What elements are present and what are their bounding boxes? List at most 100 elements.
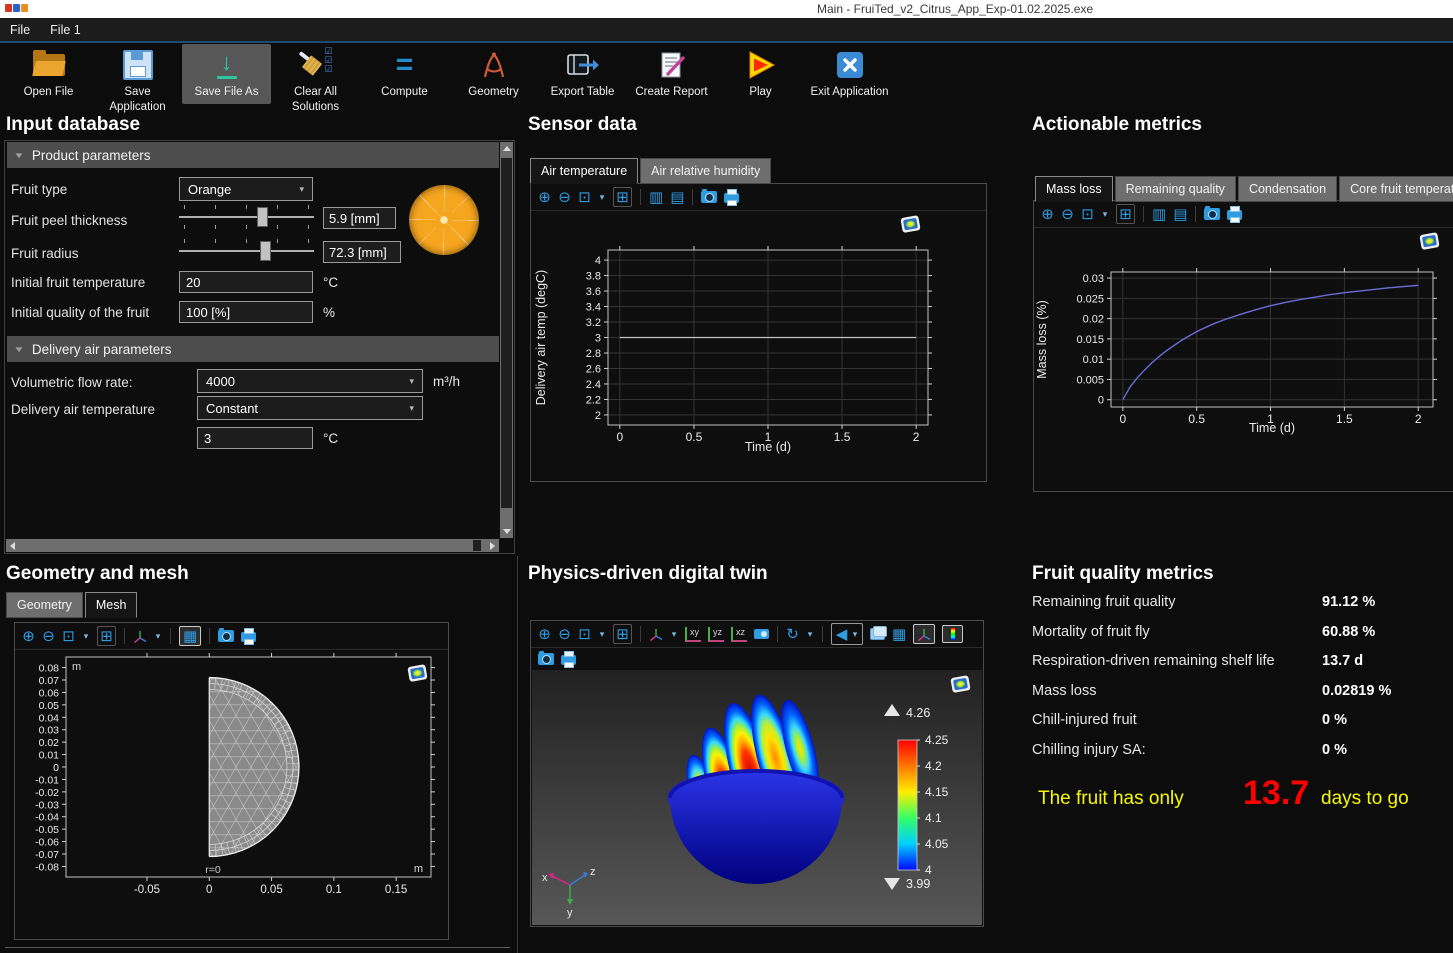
show-grid-icon[interactable]: ▦	[179, 626, 201, 646]
zoom-in-icon[interactable]: ⊕	[1041, 205, 1054, 223]
initial-fruit-temperature-input[interactable]: 20	[179, 271, 313, 293]
menu-file-1[interactable]: File 1	[40, 23, 91, 37]
zoom-in-icon[interactable]: ⊕	[538, 188, 551, 206]
zoom-box-icon[interactable]: ⊡	[578, 625, 591, 643]
exit-application-button[interactable]: Exit Application	[805, 44, 894, 104]
view-orientation-icon[interactable]	[649, 625, 663, 643]
dropdown-caret-icon[interactable]: ▾	[598, 188, 606, 206]
fruit-radius-slider[interactable]	[179, 237, 314, 265]
fruit-peel-thickness-value[interactable]: 5.9 [mm]	[323, 207, 396, 229]
print-icon[interactable]	[241, 632, 256, 642]
vertical-scrollbar[interactable]	[500, 142, 513, 538]
scroll-up-arrow[interactable]	[500, 142, 513, 155]
fruit-radius-value[interactable]: 72.3 [mm]	[323, 241, 401, 263]
volumetric-flow-rate-dropdown[interactable]: 4000	[197, 369, 423, 393]
fruit-type-dropdown[interactable]: Orange	[179, 177, 313, 201]
tab-remaining-quality[interactable]: Remaining quality	[1115, 176, 1236, 202]
zoom-extents-icon[interactable]: ⊞	[613, 624, 632, 644]
open-file-button[interactable]: Open File	[4, 44, 93, 104]
print-icon[interactable]	[561, 655, 576, 665]
zoom-out-icon[interactable]: ⊖	[1061, 205, 1074, 223]
dropdown-caret-icon[interactable]: ▾	[1101, 205, 1109, 223]
dropdown-caret-icon[interactable]: ▾	[806, 625, 814, 643]
tab-condensation[interactable]: Condensation	[1238, 176, 1337, 202]
y-log-scale-icon[interactable]: ▥	[649, 188, 663, 206]
tab-mass-loss[interactable]: Mass loss	[1035, 176, 1113, 202]
comsol-logo-button[interactable]	[1419, 231, 1442, 252]
dropdown-caret-icon[interactable]: ▾	[82, 627, 90, 645]
save-application-button[interactable]: Save Application	[93, 44, 182, 119]
save-file-as-button[interactable]: Save File As	[182, 44, 271, 104]
tab-air-relative-humidity[interactable]: Air relative humidity	[640, 158, 771, 184]
zoom-extents-icon[interactable]: ⊞	[613, 187, 632, 207]
zoom-box-icon[interactable]: ⊡	[62, 627, 75, 645]
initial-quality-input[interactable]: 100 [%]	[179, 301, 313, 323]
compute-button[interactable]: Compute	[360, 44, 449, 104]
delivery-air-temperature-input[interactable]: 3	[197, 427, 313, 449]
sensor-chart[interactable]: 00.511.5222.22.42.62.833.23.43.63.84Time…	[531, 211, 984, 479]
slider-track[interactable]	[179, 250, 314, 252]
zoom-out-icon[interactable]: ⊖	[558, 188, 571, 206]
dropdown-caret-icon[interactable]: ▾	[851, 625, 859, 643]
snapshot-icon[interactable]	[538, 653, 554, 665]
window-titlebar[interactable]: Main - FruiTed_v2_Citrus_App_Exp-01.02.2…	[0, 0, 1453, 18]
print-icon[interactable]	[724, 193, 739, 203]
show-grid-icon[interactable]: ▦	[892, 625, 906, 643]
tab-core-fruit-temperature[interactable]: Core fruit temperature	[1339, 176, 1453, 202]
slider-handle[interactable]	[260, 241, 271, 261]
digital-twin-3d-view[interactable]: 44.054.14.154.24.254.263.99xyz	[532, 670, 982, 924]
dropdown-caret-icon[interactable]: ▾	[154, 627, 162, 645]
export-table-button[interactable]: Export Table	[538, 44, 627, 104]
zoom-extents-icon[interactable]: ⊞	[1116, 204, 1135, 224]
scroll-left-arrow[interactable]	[6, 539, 19, 552]
menu-file[interactable]: File	[0, 23, 40, 37]
zoom-in-icon[interactable]: ⊕	[22, 627, 35, 645]
scroll-right-arrow[interactable]	[486, 539, 499, 552]
tab-geometry[interactable]: Geometry	[6, 592, 83, 618]
vertical-scroll-thumb[interactable]	[501, 158, 512, 508]
zoom-box-icon[interactable]: ⊡	[1081, 205, 1094, 223]
delivery-air-parameters-header[interactable]: Delivery air parameters	[7, 336, 499, 362]
horizontal-scrollbar[interactable]	[6, 539, 499, 552]
zoom-out-icon[interactable]: ⊖	[558, 625, 571, 643]
snapshot-icon[interactable]	[701, 191, 717, 203]
play-button[interactable]: Play	[716, 44, 805, 104]
x-log-scale-icon[interactable]: ▤	[1173, 205, 1187, 223]
scene-lighting-icon[interactable]	[870, 628, 885, 640]
view-orientation-icon[interactable]	[133, 627, 147, 645]
x-log-scale-icon[interactable]: ▤	[670, 188, 684, 206]
show-color-legend-icon[interactable]	[942, 625, 963, 643]
view-xz-icon[interactable]: xz	[731, 627, 747, 642]
dropdown-caret-icon[interactable]: ▾	[670, 625, 678, 643]
view-xy-icon[interactable]: xy	[685, 627, 701, 642]
slider-handle[interactable]	[257, 207, 268, 227]
zoom-extents-icon[interactable]: ⊞	[97, 626, 116, 646]
clear-all-solutions-button[interactable]: Clear All Solutions	[271, 44, 360, 119]
dropdown-caret-icon[interactable]: ▾	[598, 625, 606, 643]
fruit-peel-thickness-slider[interactable]	[179, 203, 314, 231]
product-parameters-header[interactable]: Product parameters	[7, 142, 499, 168]
tab-mesh[interactable]: Mesh	[85, 592, 138, 618]
comsol-logo-button[interactable]	[950, 674, 973, 695]
animate-icon[interactable]: ◀	[835, 625, 848, 643]
orthographic-projection-icon[interactable]	[754, 629, 769, 639]
y-log-scale-icon[interactable]: ▥	[1152, 205, 1166, 223]
comsol-logo-button[interactable]	[900, 214, 923, 235]
zoom-in-icon[interactable]: ⊕	[538, 625, 551, 643]
scroll-down-arrow[interactable]	[500, 525, 513, 538]
delivery-air-temperature-dropdown[interactable]: Constant	[197, 396, 423, 420]
comsol-logo-button[interactable]	[407, 663, 430, 684]
snapshot-icon[interactable]	[218, 630, 234, 642]
slider-track[interactable]	[179, 216, 314, 218]
snapshot-icon[interactable]	[1204, 208, 1220, 220]
zoom-out-icon[interactable]: ⊖	[42, 627, 55, 645]
print-icon[interactable]	[1227, 210, 1242, 220]
show-axis-orientation-icon[interactable]	[913, 624, 935, 644]
horizontal-scroll-thumb[interactable]	[473, 540, 481, 551]
tab-air-temperature[interactable]: Air temperature	[530, 158, 638, 184]
zoom-box-icon[interactable]: ⊡	[578, 188, 591, 206]
mesh-plot[interactable]: mmr=0-0.0500.050.10.150.080.070.060.050.…	[15, 650, 446, 935]
rotate-icon[interactable]: ↻	[786, 625, 799, 643]
create-report-button[interactable]: Create Report	[627, 44, 716, 104]
geometry-button[interactable]: Geometry	[449, 44, 538, 104]
